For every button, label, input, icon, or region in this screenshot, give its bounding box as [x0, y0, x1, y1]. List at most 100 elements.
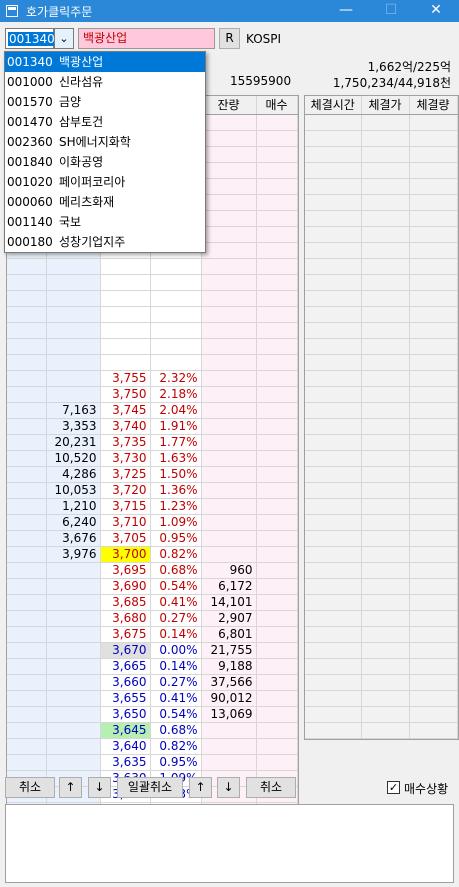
- stock-code-input[interactable]: 001340: [5, 28, 56, 49]
- buy-order-cell[interactable]: [256, 674, 298, 691]
- buy-order-cell[interactable]: [256, 626, 298, 643]
- orderbook-row[interactable]: [7, 354, 298, 371]
- buy-order-cell[interactable]: [256, 690, 298, 707]
- sell-order-cell[interactable]: [7, 498, 47, 515]
- orderbook-row[interactable]: 3,670 0.00% 21,755: [7, 642, 298, 659]
- order-log-textarea[interactable]: [5, 804, 454, 883]
- sell-order-cell[interactable]: [7, 402, 47, 419]
- dropdown-item[interactable]: 001470 삼부토건: [5, 112, 205, 132]
- dropdown-item[interactable]: 000180 성창기업지주: [5, 232, 205, 252]
- orderbook-row[interactable]: 3,680 0.27% 2,907: [7, 610, 298, 627]
- price-cell[interactable]: 3,665: [100, 658, 151, 675]
- price-cell[interactable]: 3,730: [100, 450, 151, 467]
- dropdown-item[interactable]: 001020 페이퍼코리아: [5, 172, 205, 192]
- orderbook-row[interactable]: 3,685 0.41% 14,101: [7, 594, 298, 611]
- orderbook-row[interactable]: 4,286 3,725 1.50%: [7, 466, 298, 483]
- sell-order-cell[interactable]: [7, 418, 47, 435]
- price-cell[interactable]: 3,740: [100, 418, 151, 435]
- sell-order-cell[interactable]: [7, 738, 47, 755]
- buy-order-cell[interactable]: [256, 706, 298, 723]
- buy-order-cell[interactable]: [256, 226, 298, 243]
- orderbook-row[interactable]: 3,755 2.32%: [7, 370, 298, 387]
- sell-order-cell[interactable]: [7, 482, 47, 499]
- buy-order-cell[interactable]: [256, 306, 298, 323]
- refresh-button[interactable]: R: [219, 28, 240, 49]
- price-cell[interactable]: 3,675: [100, 626, 151, 643]
- sell-order-cell[interactable]: [7, 290, 47, 307]
- sell-order-cell[interactable]: [7, 722, 47, 739]
- buy-order-cell[interactable]: [256, 178, 298, 195]
- price-cell[interactable]: 3,720: [100, 482, 151, 499]
- orderbook-row[interactable]: 3,665 0.14% 9,188: [7, 658, 298, 675]
- buy-order-cell[interactable]: [256, 642, 298, 659]
- orderbook-row[interactable]: 7,163 3,745 2.04%: [7, 402, 298, 419]
- move-down-buy-button[interactable]: ↓: [217, 777, 240, 798]
- price-cell[interactable]: 3,715: [100, 498, 151, 515]
- price-cell[interactable]: 3,650: [100, 706, 151, 723]
- price-cell[interactable]: [100, 306, 151, 323]
- close-button[interactable]: ✕: [413, 0, 459, 22]
- sell-order-cell[interactable]: [7, 338, 47, 355]
- sell-order-cell[interactable]: [7, 626, 47, 643]
- orderbook-row[interactable]: 3,695 0.68% 960: [7, 562, 298, 579]
- buy-order-cell[interactable]: [256, 370, 298, 387]
- orderbook-row[interactable]: [7, 306, 298, 323]
- sell-order-cell[interactable]: [7, 642, 47, 659]
- orderbook-row[interactable]: [7, 258, 298, 275]
- sell-order-cell[interactable]: [7, 370, 47, 387]
- orderbook-row[interactable]: 3,353 3,740 1.91%: [7, 418, 298, 435]
- sell-order-cell[interactable]: [7, 578, 47, 595]
- buy-order-cell[interactable]: [256, 722, 298, 739]
- price-cell[interactable]: 3,670: [100, 642, 151, 659]
- orderbook-row[interactable]: 3,660 0.27% 37,566: [7, 674, 298, 691]
- move-up-sell-button[interactable]: ↑: [59, 777, 82, 798]
- sell-order-cell[interactable]: [7, 610, 47, 627]
- price-cell[interactable]: 3,695: [100, 562, 151, 579]
- sell-order-cell[interactable]: [7, 594, 47, 611]
- price-cell[interactable]: [100, 338, 151, 355]
- buy-order-cell[interactable]: [256, 274, 298, 291]
- sell-order-cell[interactable]: [7, 546, 47, 563]
- price-cell[interactable]: 3,700: [100, 546, 151, 563]
- dropdown-item[interactable]: 001000 신라섬유: [5, 72, 205, 92]
- buy-order-cell[interactable]: [256, 578, 298, 595]
- buy-order-cell[interactable]: [256, 402, 298, 419]
- orderbook-row[interactable]: 3,640 0.82%: [7, 738, 298, 755]
- cancel-buy-button[interactable]: 취소: [246, 777, 296, 798]
- buy-order-cell[interactable]: [256, 482, 298, 499]
- buy-order-cell[interactable]: [256, 210, 298, 227]
- sell-order-cell[interactable]: [7, 354, 47, 371]
- dropdown-item[interactable]: 001140 국보: [5, 212, 205, 232]
- orderbook-row[interactable]: 3,750 2.18%: [7, 386, 298, 403]
- price-cell[interactable]: [100, 274, 151, 291]
- cancel-all-button[interactable]: 일괄취소: [117, 777, 183, 798]
- orderbook-row[interactable]: 10,053 3,720 1.36%: [7, 482, 298, 499]
- price-cell[interactable]: [100, 354, 151, 371]
- buy-order-cell[interactable]: [256, 418, 298, 435]
- sell-order-cell[interactable]: [7, 274, 47, 291]
- buy-order-cell[interactable]: [256, 386, 298, 403]
- stock-dropdown-list[interactable]: 001340 백광산업 001000 신라섬유 001570 금양 001470 삼부토건 00…: [4, 51, 206, 253]
- orderbook-row[interactable]: [7, 338, 298, 355]
- buy-order-cell[interactable]: [256, 594, 298, 611]
- buy-order-cell[interactable]: [256, 546, 298, 563]
- price-cell[interactable]: 3,710: [100, 514, 151, 531]
- price-cell[interactable]: 3,685: [100, 594, 151, 611]
- orderbook-row[interactable]: [7, 322, 298, 339]
- buy-order-cell[interactable]: [256, 466, 298, 483]
- price-cell[interactable]: 3,735: [100, 434, 151, 451]
- price-cell[interactable]: [100, 290, 151, 307]
- dropdown-item[interactable]: 000060 메리츠화재: [5, 192, 205, 212]
- buy-order-cell[interactable]: [256, 434, 298, 451]
- sell-order-cell[interactable]: [7, 706, 47, 723]
- buy-order-cell[interactable]: [256, 738, 298, 755]
- buy-order-cell[interactable]: [256, 610, 298, 627]
- buy-status-checkbox[interactable]: ✓: [387, 781, 400, 794]
- buy-order-cell[interactable]: [256, 354, 298, 371]
- move-up-buy-button[interactable]: ↑: [189, 777, 212, 798]
- dropdown-item[interactable]: 001840 이화공영: [5, 152, 205, 172]
- price-cell[interactable]: [100, 322, 151, 339]
- orderbook-row[interactable]: 3,645 0.68%: [7, 722, 298, 739]
- price-cell[interactable]: 3,705: [100, 530, 151, 547]
- orderbook-row[interactable]: 3,690 0.54% 6,172: [7, 578, 298, 595]
